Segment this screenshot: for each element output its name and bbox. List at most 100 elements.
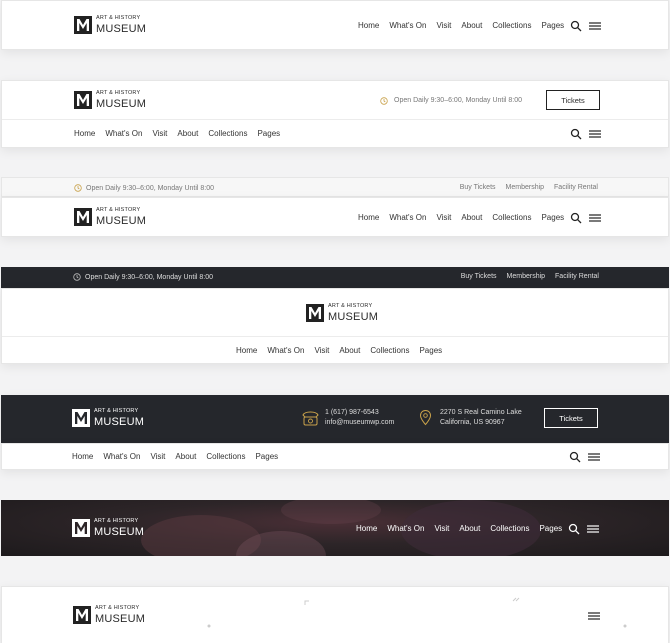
nav-collections[interactable]: Collections	[490, 524, 529, 533]
header-variant-5-top: ART & HISTORY MUSEUM 1 (617) 987-6543 in…	[1, 395, 669, 443]
top-bar-light: Open Daily 9:30–6:00, Monday Until 8:00 …	[1, 177, 669, 197]
logo-small-text: ART & HISTORY	[96, 207, 141, 213]
museum-logo-icon	[72, 519, 90, 538]
nav-home[interactable]: Home	[72, 452, 93, 461]
museum-logo[interactable]: ART & HISTORY MUSEUM	[306, 303, 379, 323]
nav-visit[interactable]: Visit	[150, 452, 165, 461]
nav-visit[interactable]: Visit	[152, 129, 167, 138]
header-variant-2: ART & HISTORY MUSEUM Open Daily 9:30–6:0…	[1, 80, 669, 148]
museum-logo[interactable]: ART & HISTORY MUSEUM	[74, 90, 147, 110]
menu-icon[interactable]	[587, 523, 599, 535]
nav-whats-on[interactable]: What's On	[103, 452, 140, 461]
museum-logo-icon	[74, 16, 92, 35]
search-icon[interactable]	[570, 128, 582, 140]
nav-visit[interactable]: Visit	[434, 524, 449, 533]
nav-pages[interactable]: Pages	[419, 346, 442, 355]
search-icon[interactable]	[569, 451, 581, 463]
logo-big-text: MUSEUM	[96, 22, 147, 35]
museum-logo-icon	[74, 208, 92, 227]
nav-pages[interactable]: Pages	[255, 452, 278, 461]
museum-logo[interactable]: ART & HISTORY MUSEUM	[72, 408, 145, 428]
nav-home[interactable]: Home	[356, 524, 377, 533]
logo-big-text: MUSEUM	[94, 415, 145, 428]
opening-hours: Open Daily 9:30–6:00, Monday Until 8:00	[380, 96, 522, 106]
main-nav: Home What's On Visit About Collections P…	[358, 213, 564, 222]
header-variant-3: ART & HISTORY MUSEUM Home What's On Visi…	[1, 197, 669, 237]
logo-small-text: ART & HISTORY	[96, 90, 141, 96]
address-line-2: California, US 90967	[440, 418, 505, 426]
logo-small-text: ART & HISTORY	[94, 408, 139, 414]
nav-home[interactable]: Home	[358, 21, 379, 30]
museum-logo[interactable]: ART & HISTORY MUSEUM	[74, 15, 147, 35]
phone-number[interactable]: 1 (617) 987-6543	[325, 408, 394, 418]
nav-whats-on[interactable]: What's On	[387, 524, 424, 533]
nav-collections[interactable]: Collections	[492, 213, 531, 222]
opening-hours: Open Daily 9:30–6:00, Monday Until 8:00	[74, 184, 214, 192]
link-buy-tickets[interactable]: Buy Tickets	[460, 184, 496, 191]
link-buy-tickets[interactable]: Buy Tickets	[461, 273, 497, 280]
search-icon[interactable]	[570, 20, 582, 32]
nav-pages[interactable]: Pages	[541, 21, 564, 30]
nav-whats-on[interactable]: What's On	[389, 21, 426, 30]
museum-logo[interactable]: ART & HISTORY MUSEUM	[74, 207, 147, 227]
main-nav: Home What's On Visit About Collections P…	[74, 129, 280, 138]
nav-collections[interactable]: Collections	[370, 346, 409, 355]
opening-hours: Open Daily 9:30–6:00, Monday Until 8:00	[73, 273, 213, 281]
nav-about[interactable]: About	[175, 452, 196, 461]
email-address[interactable]: info@museumwp.com	[325, 418, 394, 428]
link-membership[interactable]: Membership	[507, 273, 546, 280]
search-icon[interactable]	[570, 212, 582, 224]
nav-about[interactable]: About	[461, 21, 482, 30]
phone-contact: 1 (617) 987-6543 info@museumwp.com	[302, 408, 394, 428]
nav-about[interactable]: About	[459, 524, 480, 533]
main-nav: Home What's On Visit About Collections P…	[236, 346, 442, 355]
clock-icon	[74, 184, 82, 192]
nav-visit[interactable]: Visit	[436, 21, 451, 30]
header-variant-5-nav: Home What's On Visit About Collections P…	[1, 443, 669, 470]
top-links: Buy Tickets Membership Facility Rental	[460, 184, 598, 191]
search-icon[interactable]	[568, 523, 580, 535]
logo-big-text: MUSEUM	[328, 310, 379, 323]
tickets-button[interactable]: Tickets	[544, 408, 598, 428]
link-membership[interactable]: Membership	[506, 184, 545, 191]
museum-logo-icon	[306, 304, 324, 323]
nav-about[interactable]: About	[339, 346, 360, 355]
menu-icon[interactable]	[588, 610, 600, 622]
nav-collections[interactable]: Collections	[492, 21, 531, 30]
menu-icon[interactable]	[589, 128, 601, 140]
nav-pages[interactable]: Pages	[541, 213, 564, 222]
logo-big-text: MUSEUM	[94, 525, 145, 538]
nav-home[interactable]: Home	[236, 346, 257, 355]
nav-home[interactable]: Home	[358, 213, 379, 222]
address-contact: 2270 S Real Camino Lake California, US 9…	[417, 408, 522, 428]
nav-about[interactable]: About	[177, 129, 198, 138]
logo-big-text: MUSEUM	[96, 214, 147, 227]
logo-small-text: ART & HISTORY	[328, 303, 373, 309]
museum-logo[interactable]: ART & HISTORY MUSEUM	[72, 518, 145, 538]
menu-icon[interactable]	[589, 20, 601, 32]
nav-collections[interactable]: Collections	[206, 452, 245, 461]
nav-about[interactable]: About	[461, 213, 482, 222]
logo-big-text: MUSEUM	[96, 97, 147, 110]
clock-icon	[380, 97, 388, 105]
header-variant-6: ART & HISTORY MUSEUM Home What's On Visi…	[1, 500, 669, 556]
nav-pages[interactable]: Pages	[539, 524, 562, 533]
nav-home[interactable]: Home	[74, 129, 95, 138]
nav-collections[interactable]: Collections	[208, 129, 247, 138]
nav-visit[interactable]: Visit	[436, 213, 451, 222]
nav-pages[interactable]: Pages	[257, 129, 280, 138]
logo-small-text: ART & HISTORY	[96, 15, 141, 21]
menu-icon[interactable]	[588, 451, 600, 463]
divider	[2, 119, 668, 120]
tickets-button[interactable]: Tickets	[546, 90, 600, 110]
nav-whats-on[interactable]: What's On	[105, 129, 142, 138]
nav-whats-on[interactable]: What's On	[389, 213, 426, 222]
link-facility-rental[interactable]: Facility Rental	[554, 184, 598, 191]
menu-icon[interactable]	[589, 212, 601, 224]
phone-icon	[302, 411, 319, 426]
hours-text: Open Daily 9:30–6:00, Monday Until 8:00	[86, 184, 215, 192]
header-variant-4: ART & HISTORY MUSEUM Home What's On Visi…	[1, 288, 669, 364]
nav-visit[interactable]: Visit	[314, 346, 329, 355]
link-facility-rental[interactable]: Facility Rental	[555, 273, 599, 280]
nav-whats-on[interactable]: What's On	[267, 346, 304, 355]
